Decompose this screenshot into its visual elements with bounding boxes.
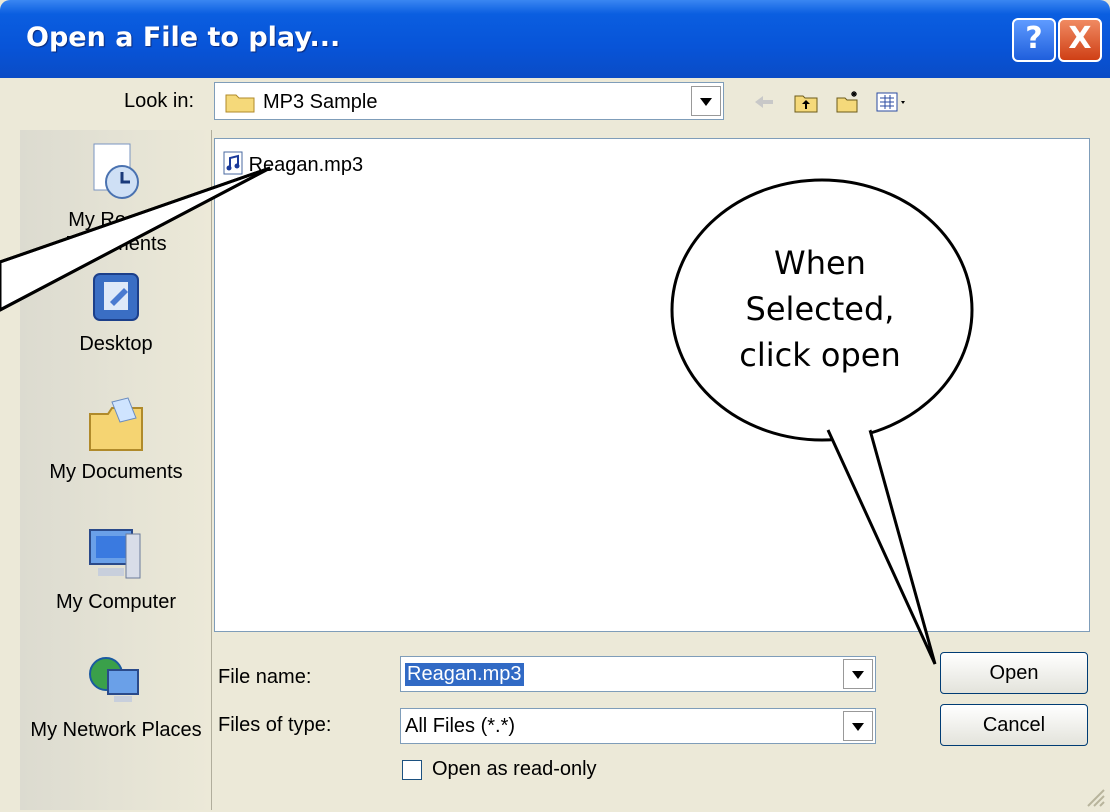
callout-tail — [826, 429, 937, 665]
callout-line: click open — [739, 336, 901, 374]
callout-overlay — [0, 166, 974, 665]
open-file-dialog: Open a File to play... ? X Look in: MP3 … — [0, 0, 1110, 812]
callout-text: When Selected, click open — [700, 240, 940, 378]
callout-line: When — [774, 244, 866, 282]
callout-line: Selected, — [745, 290, 895, 328]
